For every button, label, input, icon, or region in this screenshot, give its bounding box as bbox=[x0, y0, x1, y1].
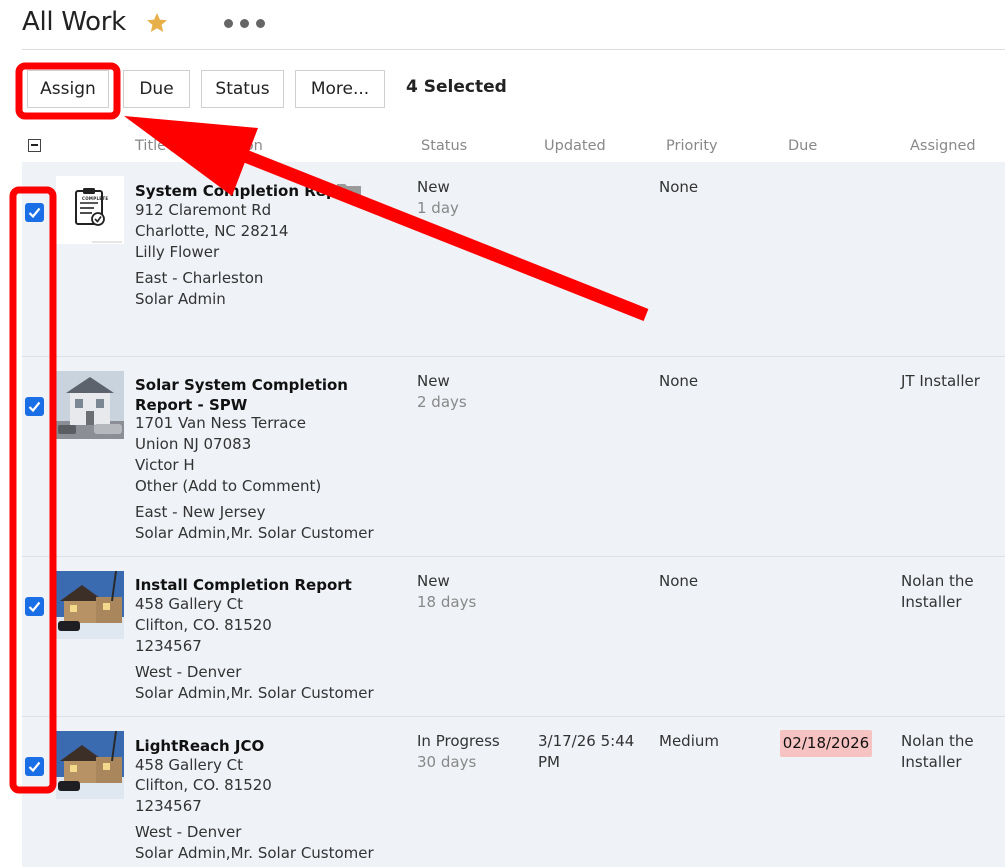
row-status: New bbox=[417, 178, 450, 196]
row-address1: 912 Claremont Rd bbox=[135, 201, 272, 219]
due-date-badge: 02/18/2026 bbox=[780, 730, 872, 757]
row-address2: Charlotte, NC 28214 bbox=[135, 222, 289, 240]
column-due[interactable]: Due bbox=[788, 138, 817, 154]
header-divider bbox=[22, 49, 1005, 50]
page-title: All Work bbox=[22, 7, 126, 37]
thumbnail-doc-label: COMPLETE bbox=[82, 196, 109, 201]
row-address1: 458 Gallery Ct bbox=[135, 595, 243, 613]
row-region: East - New Jersey bbox=[135, 503, 266, 521]
row-extra: 1234567 bbox=[135, 637, 202, 655]
row-roles: Solar Admin bbox=[135, 290, 226, 308]
column-status[interactable]: Status bbox=[421, 138, 467, 154]
column-title[interactable]: Title / Description bbox=[135, 138, 263, 154]
row-extra: 1234567 bbox=[135, 797, 202, 815]
select-all-checkbox[interactable] bbox=[28, 139, 41, 152]
row-updated: 3/17/26 5:44 PM bbox=[538, 732, 635, 771]
house-photo bbox=[56, 371, 124, 439]
folder-icon[interactable] bbox=[334, 180, 364, 200]
house-photo bbox=[56, 731, 124, 799]
row-address2: Clifton, CO. 81520 bbox=[135, 616, 272, 634]
star-icon[interactable] bbox=[145, 11, 169, 35]
row-divider bbox=[22, 356, 1005, 357]
row-address2: Union NJ 07083 bbox=[135, 435, 252, 453]
row-status: New bbox=[417, 572, 450, 590]
row-title[interactable]: Solar System Completion Report - SPW bbox=[135, 375, 395, 415]
row-age: 2 days bbox=[417, 393, 467, 411]
row-extra: Lilly Flower bbox=[135, 243, 220, 261]
row-roles: Solar Admin,Mr. Solar Customer bbox=[135, 524, 374, 542]
row-assigned: Nolan the Installer bbox=[901, 732, 974, 771]
row-region: West - Denver bbox=[135, 823, 242, 841]
row-divider bbox=[22, 556, 1005, 557]
row-age: 30 days bbox=[417, 753, 477, 771]
selected-count: 4 Selected bbox=[406, 77, 507, 97]
row-address1: 1701 Van Ness Terrace bbox=[135, 414, 306, 432]
column-priority[interactable]: Priority bbox=[666, 138, 718, 154]
row-roles: Solar Admin,Mr. Solar Customer bbox=[135, 684, 374, 702]
checkbox-checked-icon[interactable] bbox=[25, 397, 44, 416]
status-button[interactable]: Status bbox=[201, 70, 284, 108]
checkbox-checked-icon[interactable] bbox=[25, 203, 44, 222]
row-age: 1 day bbox=[417, 199, 459, 217]
row-region: West - Denver bbox=[135, 663, 242, 681]
row-address2: Clifton, CO. 81520 bbox=[135, 776, 272, 794]
checkbox-checked-icon[interactable] bbox=[25, 597, 44, 616]
row-address1: 458 Gallery Ct bbox=[135, 756, 243, 774]
row-priority: Medium bbox=[659, 732, 719, 750]
row-extra: Victor H bbox=[135, 456, 195, 474]
row-roles: Solar Admin,Mr. Solar Customer bbox=[135, 844, 374, 862]
house-photo bbox=[56, 571, 124, 639]
row-extra2: Other (Add to Comment) bbox=[135, 477, 322, 495]
row-assigned: JT Installer bbox=[901, 372, 980, 390]
row-priority: None bbox=[659, 372, 699, 390]
row-assigned: Nolan the Installer bbox=[901, 572, 974, 611]
row-title[interactable]: Install Completion Report bbox=[135, 575, 395, 595]
row-age: 18 days bbox=[417, 593, 477, 611]
column-assigned[interactable]: Assigned bbox=[910, 138, 976, 154]
row-priority: None bbox=[659, 178, 699, 196]
row-divider bbox=[22, 716, 1005, 717]
checkbox-checked-icon[interactable] bbox=[25, 757, 44, 776]
row-priority: None bbox=[659, 572, 699, 590]
row-region: East - Charleston bbox=[135, 269, 264, 287]
column-updated[interactable]: Updated bbox=[544, 138, 606, 154]
due-button[interactable]: Due bbox=[123, 70, 190, 108]
row-title[interactable]: LightReach JCO bbox=[135, 736, 395, 756]
clipboard-icon: COMPLETE bbox=[56, 176, 124, 244]
row-status: In Progress bbox=[417, 732, 500, 750]
more-icon[interactable] bbox=[224, 19, 266, 29]
row-status: New bbox=[417, 372, 450, 390]
assign-button[interactable]: Assign bbox=[27, 70, 109, 108]
more-button[interactable]: More... bbox=[295, 70, 385, 108]
